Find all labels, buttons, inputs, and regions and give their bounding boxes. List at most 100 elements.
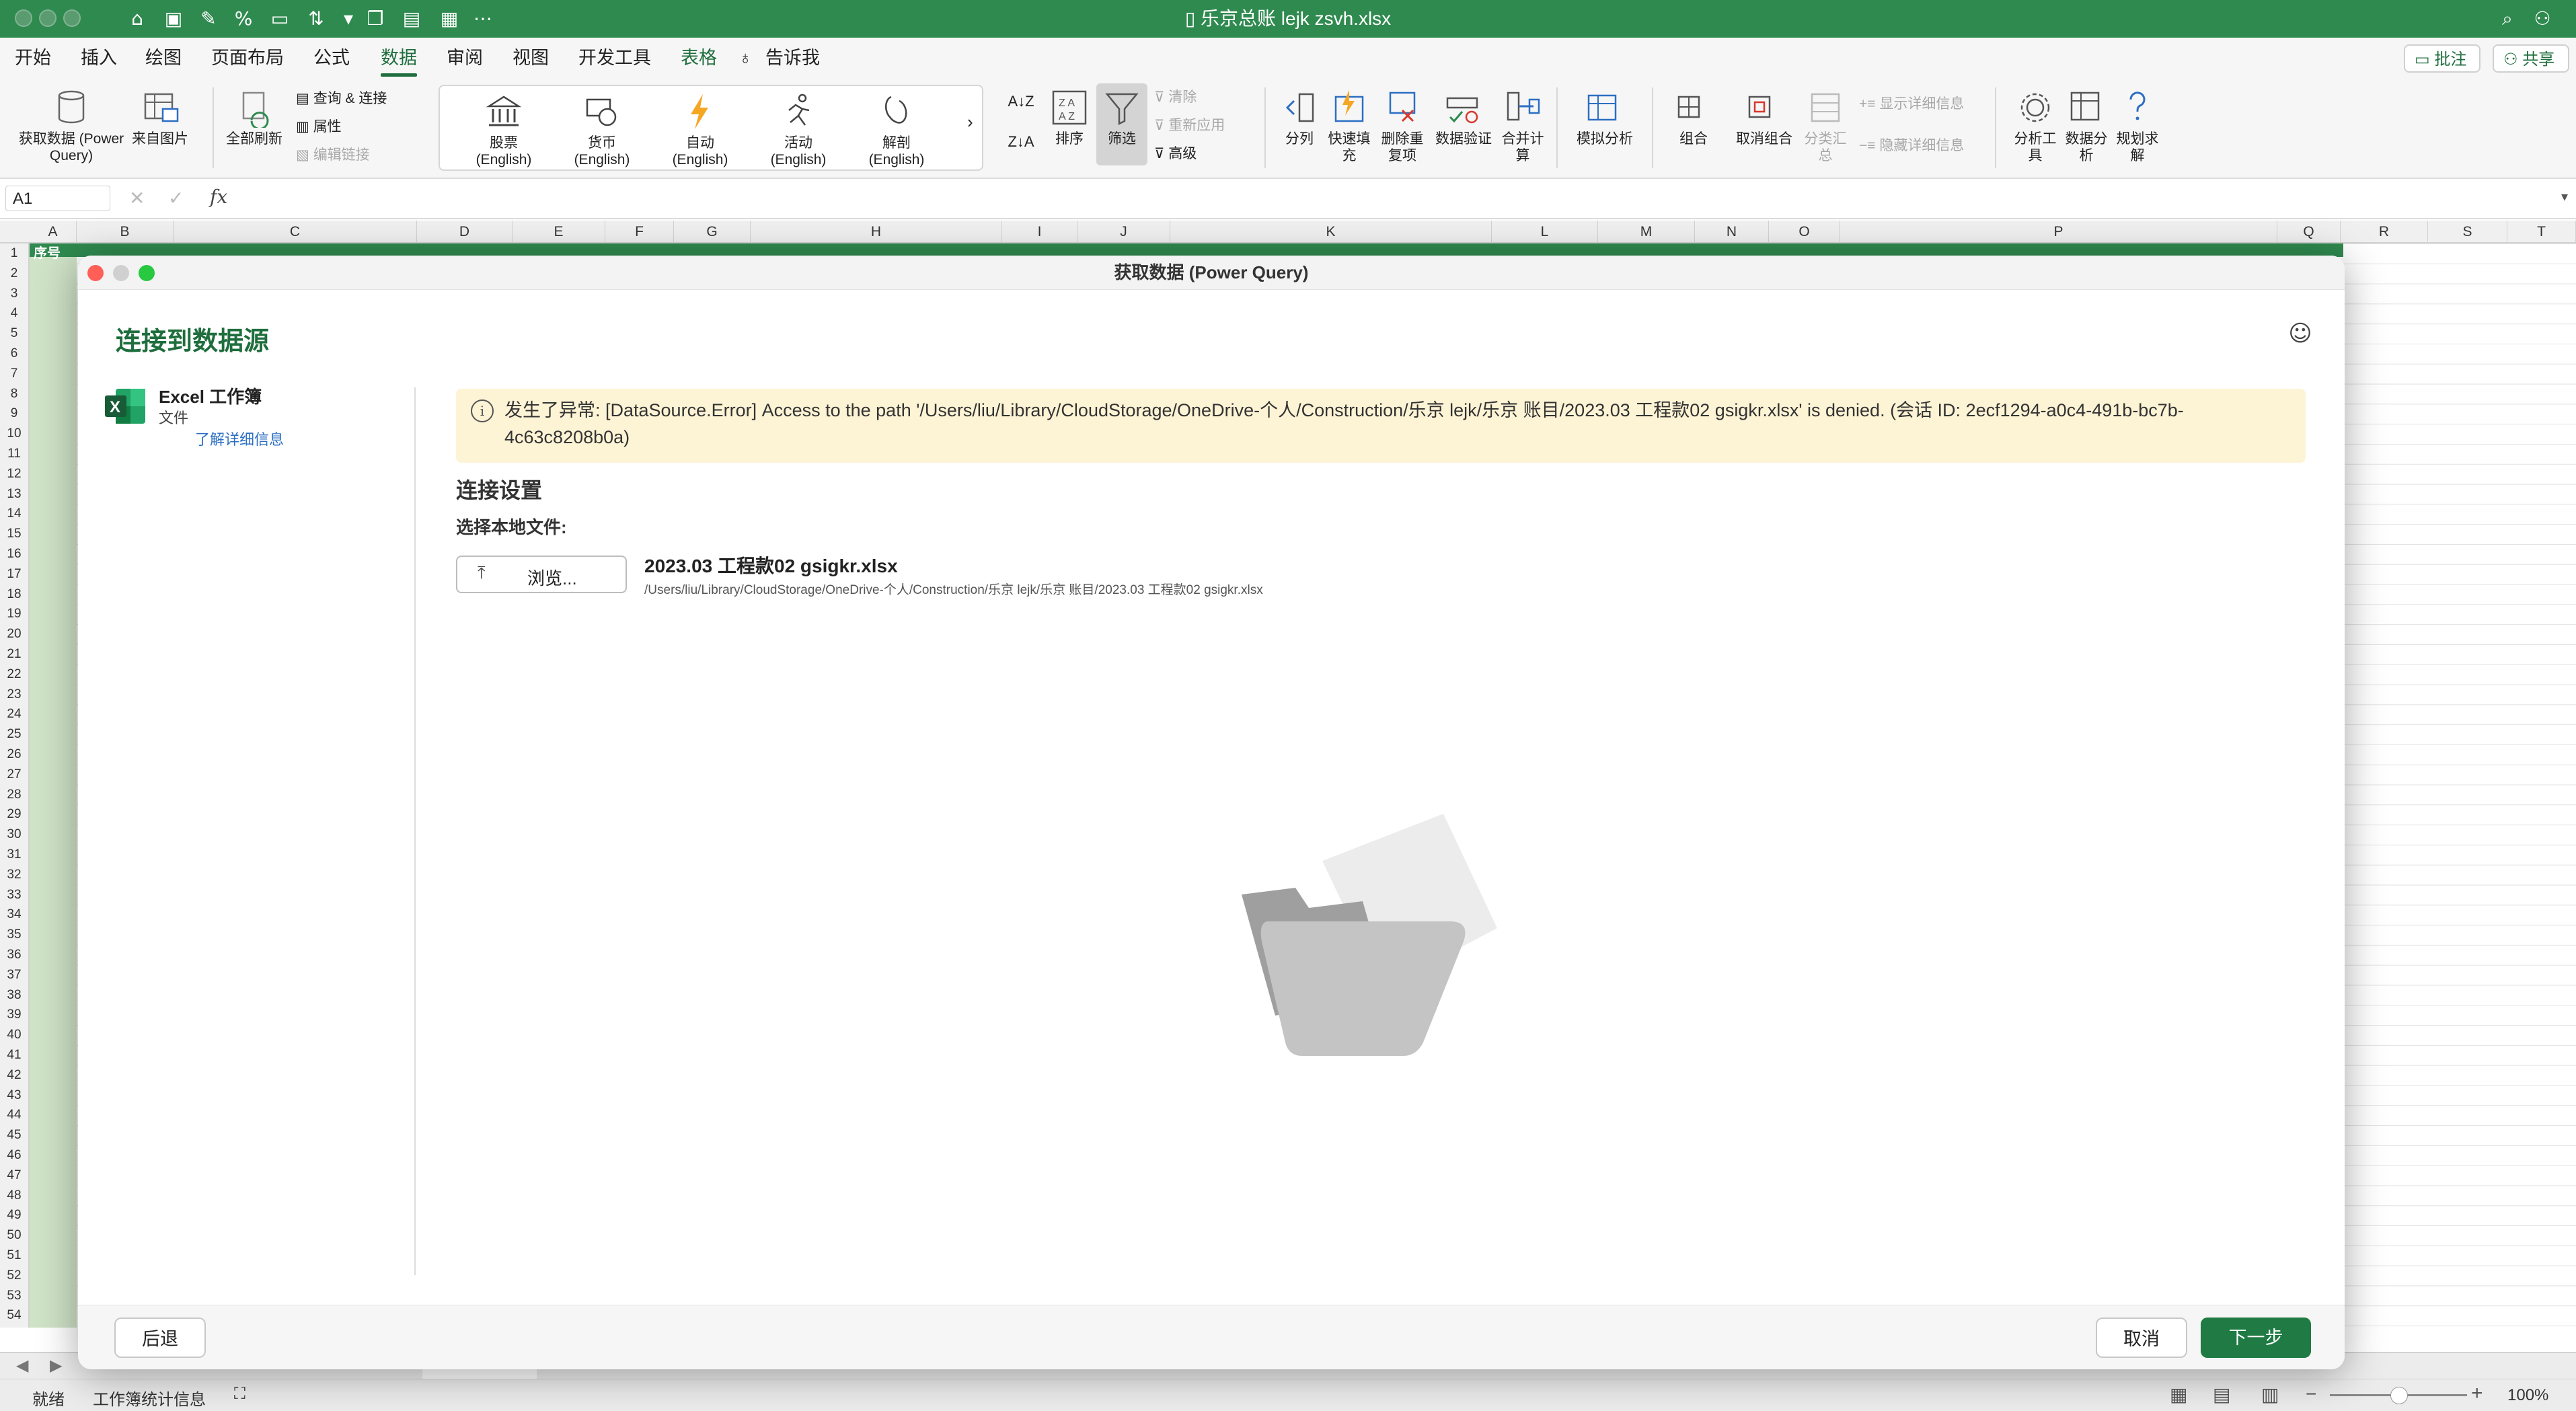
row-header[interactable]: 9 [0,406,28,421]
subtotal-button[interactable]: 分类汇总 [1801,87,1850,164]
chevron-down-icon[interactable]: ▾ [2561,188,2568,205]
column-header-e[interactable]: E [513,221,605,243]
row-header[interactable]: 54 [0,1308,28,1323]
what-if-analysis-button[interactable]: 模拟分析 [1567,87,1642,147]
row-header[interactable]: 2 [0,266,28,281]
row-header[interactable]: 24 [0,707,28,722]
column-header-l[interactable]: L [1492,221,1598,243]
column-header-j[interactable]: J [1077,221,1170,243]
column-header-a[interactable]: A [30,221,77,243]
row-header[interactable]: 22 [0,667,28,682]
feedback-smiley-icon[interactable]: ☺ [2287,320,2314,347]
name-box[interactable]: A1 [5,186,110,211]
tab-draw[interactable]: 绘图 [145,44,182,71]
row-header[interactable]: 4 [0,306,28,321]
cell-a1[interactable]: 序号 [34,242,61,262]
data-analysis-button[interactable]: 数据分析 [2062,87,2111,164]
data-type-anatomy[interactable]: 解剖 (English) [853,91,940,168]
row-header[interactable]: 8 [0,387,28,402]
column-header-n[interactable]: N [1695,221,1769,243]
back-button[interactable]: 后退 [114,1318,206,1358]
row-header[interactable]: 38 [0,988,28,1003]
column-header-p[interactable]: P [1840,221,2277,243]
column-header-s[interactable]: S [2428,221,2507,243]
reapply-button[interactable]: ⊽ 重新应用 [1154,117,1225,135]
row-header[interactable]: 29 [0,807,28,822]
column-header-b[interactable]: B [77,221,174,243]
properties-button[interactable]: ▥ 属性 [296,118,342,136]
search-icon[interactable]: ⌕ [2495,7,2520,31]
tell-me-search[interactable]: 告诉我 [765,44,820,71]
column-header-m[interactable]: M [1598,221,1695,243]
row-header[interactable]: 15 [0,527,28,541]
row-header[interactable]: 21 [0,647,28,662]
sort-descending-button[interactable]: Z↓A [1008,133,1034,151]
share-person-icon[interactable]: ⚇ [2530,7,2554,31]
gallery-next-icon[interactable]: › [967,113,973,130]
row-header[interactable]: 30 [0,827,28,842]
row-header[interactable]: 39 [0,1007,28,1022]
row-header[interactable]: 48 [0,1188,28,1203]
browse-button[interactable]: ⤒ 浏览... [456,556,627,593]
row-header[interactable]: 31 [0,847,28,862]
zoom-slider-thumb[interactable] [2390,1387,2408,1404]
solver-button[interactable]: 规划求解 [2113,87,2162,164]
source-item-excel-workbook[interactable]: X Excel 工作簿 文件 了解详细信息 [104,383,332,448]
data-validation-button[interactable]: 数据验证 [1430,87,1497,147]
share-button[interactable]: ⚇ 共享 [2493,44,2569,73]
row-header[interactable]: 41 [0,1048,28,1063]
row-header[interactable]: 44 [0,1108,28,1122]
row-header[interactable]: 3 [0,287,28,301]
cancel-button[interactable]: 取消 [2096,1318,2187,1358]
column-header-g[interactable]: G [674,221,751,243]
row-header[interactable]: 47 [0,1168,28,1183]
tab-insert[interactable]: 插入 [81,44,117,71]
tab-review[interactable]: 审阅 [447,44,483,71]
consolidate-button[interactable]: 合并计算 [1499,87,1547,164]
data-type-activity[interactable]: 活动 (English) [755,91,842,168]
function-icon[interactable]: fx [210,186,227,208]
row-header[interactable]: 7 [0,367,28,381]
row-header[interactable]: 40 [0,1028,28,1042]
zoom-out-icon[interactable]: − [2306,1383,2316,1405]
cancel-icon[interactable]: ✕ [129,187,145,209]
page-layout-view-icon[interactable]: ▤ [2213,1383,2230,1406]
filter-button[interactable]: 筛选 [1096,83,1147,165]
accessibility-icon[interactable]: ⛶ [234,1385,245,1404]
normal-view-icon[interactable]: ▦ [2170,1383,2187,1406]
tab-home[interactable]: 开始 [15,44,51,71]
row-header[interactable]: 51 [0,1248,28,1263]
row-header[interactable]: 50 [0,1228,28,1243]
comments-button[interactable]: ▭ 批注 [2404,44,2480,73]
row-header[interactable]: 26 [0,747,28,762]
tab-page-layout[interactable]: 页面布局 [211,44,284,71]
group-button[interactable]: 组合 [1661,87,1726,147]
text-to-columns-button[interactable]: 分列 [1275,87,1324,147]
next-button[interactable]: 下一步 [2201,1318,2311,1358]
get-data-button[interactable]: 获取数据 (Power Query) [11,87,132,164]
row-header[interactable]: 42 [0,1068,28,1083]
ungroup-button[interactable]: 取消组合 [1727,87,1801,147]
row-header[interactable]: 43 [0,1088,28,1103]
queries-connections-button[interactable]: ▤ 查询 & 连接 [296,90,387,108]
row-header[interactable]: 35 [0,927,28,942]
row-header[interactable]: 34 [0,907,28,922]
tab-table[interactable]: 表格 [681,44,717,71]
row-header[interactable]: 37 [0,968,28,983]
data-type-stocks[interactable]: 股票 (English) [460,91,547,168]
row-header[interactable]: 11 [0,447,28,461]
tab-data[interactable]: 数据 [381,44,417,77]
column-header-h[interactable]: H [751,221,1002,243]
refresh-all-button[interactable]: 全部刷新 [219,87,289,147]
column-header-q[interactable]: Q [2277,221,2341,243]
row-header[interactable]: 45 [0,1128,28,1143]
column-header-r[interactable]: R [2341,221,2428,243]
row-header[interactable]: 18 [0,587,28,602]
row-header[interactable]: 25 [0,727,28,742]
hide-detail-button[interactable]: −≡ 隐藏详细信息 [1859,137,1964,155]
tab-view[interactable]: 视图 [513,44,549,71]
row-header[interactable]: 32 [0,868,28,882]
row-header[interactable]: 16 [0,547,28,562]
row-header[interactable]: 27 [0,767,28,782]
zoom-slider[interactable] [2330,1387,2467,1404]
